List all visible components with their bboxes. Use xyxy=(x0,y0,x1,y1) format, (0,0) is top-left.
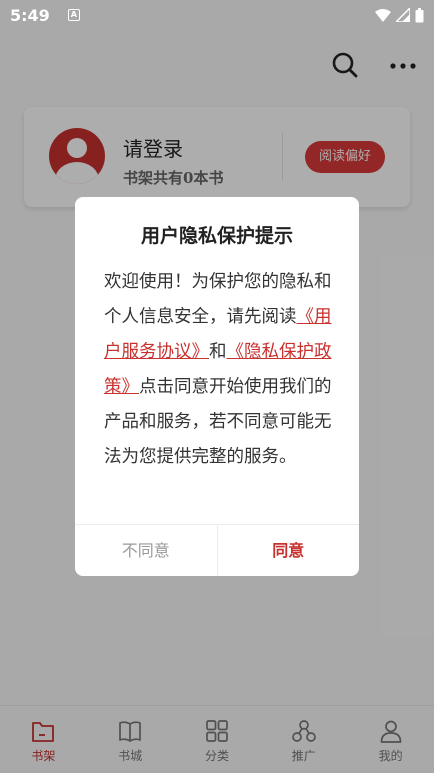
status-time: 5:49 xyxy=(10,5,50,25)
privacy-dialog: 用户隐私保护提示 欢迎使用！为保护您的隐私和个人信息安全，请先阅读《用户服务协议… xyxy=(75,197,359,576)
battery-icon xyxy=(415,7,424,22)
dialog-title: 用户隐私保护提示 xyxy=(140,225,293,247)
dialog-footer: 不同意 同意 xyxy=(75,524,359,576)
notification-icon: A xyxy=(67,9,80,21)
wifi-icon xyxy=(375,9,391,22)
agree-button[interactable]: 同意 xyxy=(218,525,360,576)
signal-icon xyxy=(396,8,410,22)
dialog-body: 欢迎使用！为保护您的隐私和个人信息安全，请先阅读《用户服务协议》和《隐私保护政策… xyxy=(104,265,336,475)
body-text: 和 xyxy=(209,342,227,362)
status-bar: 5:49 A xyxy=(0,0,434,30)
body-text: 点击同意开始使用我们的产品和服务，若不同意可能无法为您提供完整的服务。 xyxy=(104,377,332,467)
disagree-button[interactable]: 不同意 xyxy=(75,525,218,576)
